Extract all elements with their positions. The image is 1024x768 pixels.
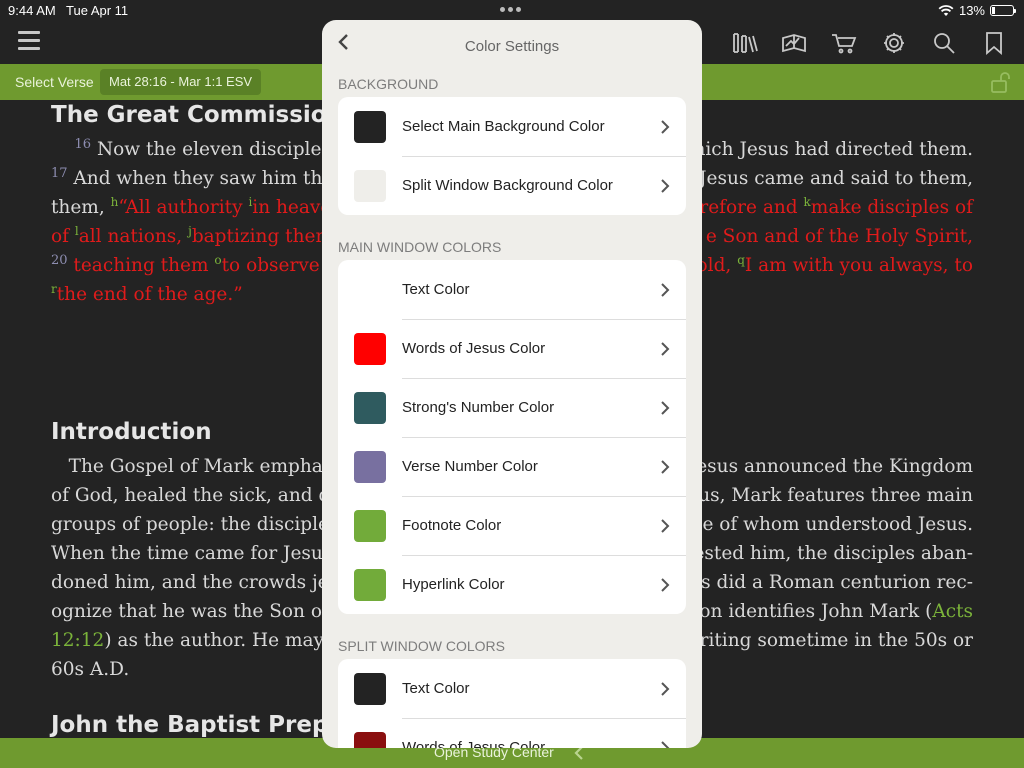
color-swatch xyxy=(354,332,386,365)
color-setting-label: Strong's Number Color xyxy=(402,399,555,416)
cart-icon[interactable] xyxy=(830,30,858,56)
section-title: MAIN WINDOW COLORS xyxy=(338,239,502,255)
chevron-right-icon xyxy=(661,577,670,592)
chevron-right-icon xyxy=(661,178,670,193)
settings-sections: BACKGROUND Select Main Background Color Sp… xyxy=(322,72,702,748)
settings-group: Select Main Background Color Split Window… xyxy=(338,97,686,215)
scripture-link[interactable]: 12:12 xyxy=(51,630,104,651)
section-title: BACKGROUND xyxy=(338,76,439,92)
color-setting-label: Footnote Color xyxy=(402,517,502,534)
chevron-right-icon xyxy=(661,459,670,474)
color-setting-label: Words of Jesus Color xyxy=(402,739,546,748)
select-verse-button[interactable]: Select Verse xyxy=(15,74,94,90)
footnote-marker[interactable]: o xyxy=(214,253,221,267)
color-setting-label: Words of Jesus Color xyxy=(402,340,546,357)
chevron-right-icon xyxy=(661,518,670,533)
chevron-right-icon xyxy=(661,119,670,134)
color-swatch xyxy=(354,110,386,143)
unlock-icon[interactable] xyxy=(988,70,1012,94)
gear-icon[interactable] xyxy=(880,30,908,56)
status-time: 9:44 AM xyxy=(8,3,56,18)
chevron-right-icon xyxy=(661,400,670,415)
color-setting-row[interactable]: Select Main Background Color xyxy=(338,97,686,156)
chevron-right-icon xyxy=(661,282,670,297)
chevron-right-icon xyxy=(661,740,670,748)
color-setting-label: Text Color xyxy=(402,680,470,697)
scripture-link[interactable]: Acts xyxy=(932,601,973,622)
popover-header: Color Settings xyxy=(322,20,702,72)
color-swatch xyxy=(354,273,386,306)
color-setting-label: Verse Number Color xyxy=(402,458,538,475)
color-setting-label: Select Main Background Color xyxy=(402,118,605,135)
color-setting-label: Split Window Background Color xyxy=(402,177,613,194)
status-right: 13% xyxy=(938,3,1016,18)
color-swatch xyxy=(354,450,386,483)
wifi-icon xyxy=(938,4,954,16)
color-swatch xyxy=(354,509,386,542)
color-swatch xyxy=(354,568,386,601)
reading-plan-icon[interactable] xyxy=(780,30,808,56)
battery-icon xyxy=(990,5,1016,16)
verse-number: 20 xyxy=(51,252,68,268)
color-setting-row[interactable]: Strong's Number Color xyxy=(338,378,686,437)
color-setting-row[interactable]: Footnote Color xyxy=(338,496,686,555)
library-icon[interactable] xyxy=(730,30,758,56)
footnote-marker[interactable]: q xyxy=(737,253,745,267)
color-swatch xyxy=(354,169,386,202)
verse-number: 16 xyxy=(74,136,92,152)
settings-group: Text Color Words of Jesus Color Strong's N… xyxy=(338,260,686,614)
passage-reference-button[interactable]: Mat 28:16 - Mar 1:1 ESV xyxy=(100,69,262,95)
color-setting-row[interactable]: Text Color xyxy=(338,260,686,319)
popover-title: Color Settings xyxy=(464,38,560,55)
chevron-right-icon xyxy=(661,681,670,696)
color-swatch xyxy=(354,672,386,705)
section-heading: Introduction xyxy=(51,419,212,445)
color-swatch xyxy=(354,391,386,424)
color-setting-row[interactable]: Words of Jesus Color xyxy=(338,319,686,378)
color-swatch xyxy=(354,731,386,748)
section-heading: The Great Commission xyxy=(51,102,343,128)
bookmark-icon[interactable] xyxy=(980,30,1008,56)
section-heading: John the Baptist Prepar xyxy=(51,712,356,738)
settings-group: Text Color Words of Jesus Color xyxy=(338,659,686,748)
color-setting-label: Hyperlink Color xyxy=(402,576,505,593)
color-setting-row[interactable]: Hyperlink Color xyxy=(338,555,686,614)
battery-percent: 13% xyxy=(958,3,985,18)
search-icon[interactable] xyxy=(930,30,958,56)
verse-number: 17 xyxy=(51,165,68,181)
color-setting-row[interactable]: Text Color xyxy=(338,659,686,718)
color-setting-label: Text Color xyxy=(402,281,470,298)
toolbar-icons xyxy=(730,30,1008,56)
multitasking-handle[interactable] xyxy=(500,7,521,12)
chevron-right-icon xyxy=(661,341,670,356)
footnote-marker[interactable]: k xyxy=(804,195,811,209)
section-title: SPLIT WINDOW COLORS xyxy=(338,638,505,654)
hamburger-menu-icon[interactable] xyxy=(18,31,40,51)
status-date: Tue Apr 11 xyxy=(66,3,129,18)
color-settings-popover: Color Settings BACKGROUND Select Main Bac… xyxy=(322,20,702,748)
color-setting-row[interactable]: Split Window Background Color xyxy=(338,156,686,215)
color-setting-row[interactable]: Verse Number Color xyxy=(338,437,686,496)
color-setting-row[interactable]: Words of Jesus Color xyxy=(338,718,686,748)
